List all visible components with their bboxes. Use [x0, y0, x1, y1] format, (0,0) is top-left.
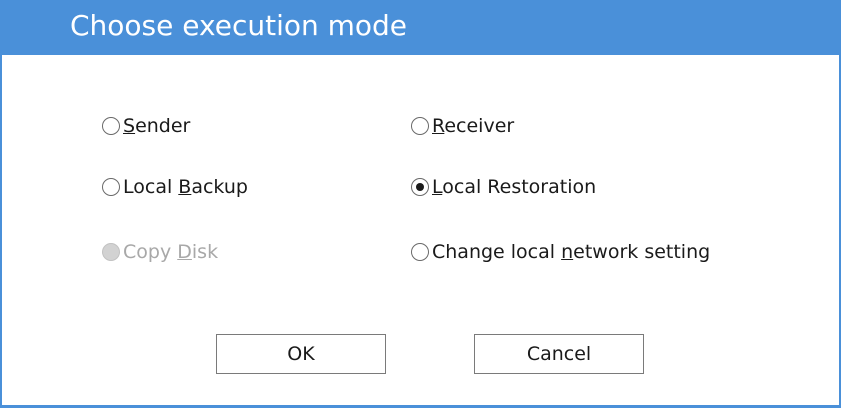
- dialog-titlebar: Choose execution mode: [2, 0, 839, 55]
- option-label: Sender: [123, 115, 191, 137]
- radio-option-change-network[interactable]: Change local network setting: [411, 237, 710, 267]
- option-label: Local Restoration: [432, 176, 597, 198]
- radio-button-icon[interactable]: [411, 117, 429, 135]
- dialog-title: Choose execution mode: [70, 9, 408, 42]
- ok-button[interactable]: OK: [216, 334, 386, 374]
- execution-mode-dialog: Choose execution mode Sender Receiver Lo…: [0, 0, 841, 408]
- option-label: Receiver: [432, 115, 515, 137]
- radio-button-disabled-icon: [102, 243, 120, 261]
- radio-button-icon[interactable]: [411, 243, 429, 261]
- radio-option-local-backup[interactable]: Local Backup: [102, 172, 248, 202]
- option-label: Local Backup: [123, 176, 248, 198]
- radio-button-icon[interactable]: [102, 117, 120, 135]
- radio-button-icon[interactable]: [102, 178, 120, 196]
- radio-option-copy-disk: Copy Disk: [102, 237, 218, 267]
- option-label: Copy Disk: [123, 241, 219, 263]
- radio-option-receiver[interactable]: Receiver: [411, 111, 514, 141]
- option-label: Change local network setting: [432, 241, 711, 263]
- radio-button-checked-icon[interactable]: [411, 178, 429, 196]
- radio-option-sender[interactable]: Sender: [102, 111, 190, 141]
- cancel-button[interactable]: Cancel: [474, 334, 644, 374]
- radio-option-local-restoration[interactable]: Local Restoration: [411, 172, 596, 202]
